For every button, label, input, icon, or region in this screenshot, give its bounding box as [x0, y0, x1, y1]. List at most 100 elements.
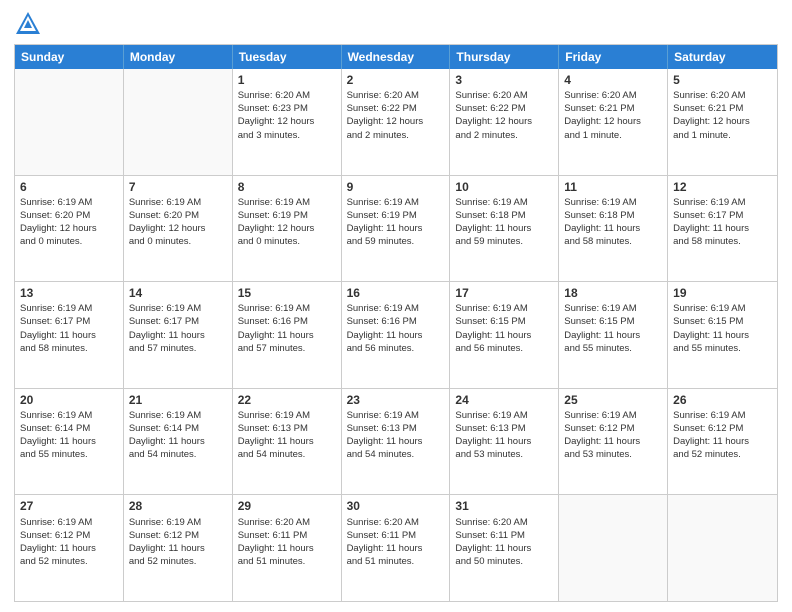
day-number: 23 [347, 392, 445, 408]
calendar-row-1: 6Sunrise: 6:19 AM Sunset: 6:20 PM Daylig… [15, 175, 777, 282]
day-info: Sunrise: 6:20 AM Sunset: 6:23 PM Dayligh… [238, 89, 336, 141]
day-info: Sunrise: 6:19 AM Sunset: 6:12 PM Dayligh… [20, 516, 118, 568]
day-cell-13: 13Sunrise: 6:19 AM Sunset: 6:17 PM Dayli… [15, 282, 124, 388]
day-number: 22 [238, 392, 336, 408]
day-number: 7 [129, 179, 227, 195]
logo-icon [14, 10, 42, 38]
day-info: Sunrise: 6:19 AM Sunset: 6:13 PM Dayligh… [347, 409, 445, 461]
day-info: Sunrise: 6:19 AM Sunset: 6:12 PM Dayligh… [673, 409, 772, 461]
day-cell-27: 27 Sunrise: 6:19 AM Sunset: 6:12 PM Dayli… [15, 495, 124, 601]
day-cell-19: 19Sunrise: 6:19 AM Sunset: 6:15 PM Dayli… [668, 282, 777, 388]
day-cell-24: 24Sunrise: 6:19 AM Sunset: 6:13 PM Dayli… [450, 389, 559, 495]
day-info: Sunrise: 6:19 AM Sunset: 6:13 PM Dayligh… [455, 409, 553, 461]
header-day-monday: Monday [124, 45, 233, 69]
day-number: 20 [20, 392, 118, 408]
day-number: 14 [129, 285, 227, 301]
day-number: 18 [564, 285, 662, 301]
day-info: Sunrise: 6:19 AM Sunset: 6:20 PM Dayligh… [20, 196, 118, 248]
day-info: Sunrise: 6:19 AM Sunset: 6:12 PM Dayligh… [129, 516, 227, 568]
day-cell-empty [15, 69, 124, 175]
day-cell-15: 15Sunrise: 6:19 AM Sunset: 6:16 PM Dayli… [233, 282, 342, 388]
header-day-wednesday: Wednesday [342, 45, 451, 69]
day-info: Sunrise: 6:19 AM Sunset: 6:18 PM Dayligh… [564, 196, 662, 248]
page-container: SundayMondayTuesdayWednesdayThursdayFrid… [0, 0, 792, 612]
day-number: 27 [20, 498, 118, 514]
day-cell-empty [668, 495, 777, 601]
day-cell-9: 9Sunrise: 6:19 AM Sunset: 6:19 PM Daylig… [342, 176, 451, 282]
day-cell-16: 16Sunrise: 6:19 AM Sunset: 6:16 PM Dayli… [342, 282, 451, 388]
day-cell-21: 21Sunrise: 6:19 AM Sunset: 6:14 PM Dayli… [124, 389, 233, 495]
day-cell-12: 12Sunrise: 6:19 AM Sunset: 6:17 PM Dayli… [668, 176, 777, 282]
day-cell-14: 14Sunrise: 6:19 AM Sunset: 6:17 PM Dayli… [124, 282, 233, 388]
header-day-friday: Friday [559, 45, 668, 69]
day-cell-empty [124, 69, 233, 175]
day-number: 15 [238, 285, 336, 301]
day-number: 6 [20, 179, 118, 195]
day-number: 2 [347, 72, 445, 88]
calendar-row-4: 27 Sunrise: 6:19 AM Sunset: 6:12 PM Dayli… [15, 494, 777, 601]
day-info: Sunrise: 6:19 AM Sunset: 6:17 PM Dayligh… [673, 196, 772, 248]
day-number: 12 [673, 179, 772, 195]
day-number: 5 [673, 72, 772, 88]
calendar-row-3: 20Sunrise: 6:19 AM Sunset: 6:14 PM Dayli… [15, 388, 777, 495]
day-cell-30: 30 Sunrise: 6:20 AM Sunset: 6:11 PM Dayli… [342, 495, 451, 601]
day-number: 21 [129, 392, 227, 408]
day-number: 1 [238, 72, 336, 88]
logo [14, 10, 46, 38]
day-cell-1: 1Sunrise: 6:20 AM Sunset: 6:23 PM Daylig… [233, 69, 342, 175]
day-number: 8 [238, 179, 336, 195]
day-info: Sunrise: 6:19 AM Sunset: 6:14 PM Dayligh… [20, 409, 118, 461]
day-number: 29 [238, 498, 336, 514]
day-cell-5: 5Sunrise: 6:20 AM Sunset: 6:21 PM Daylig… [668, 69, 777, 175]
header-day-thursday: Thursday [450, 45, 559, 69]
day-info: Sunrise: 6:19 AM Sunset: 6:12 PM Dayligh… [564, 409, 662, 461]
day-info: Sunrise: 6:20 AM Sunset: 6:11 PM Dayligh… [347, 516, 445, 568]
day-cell-8: 8Sunrise: 6:19 AM Sunset: 6:19 PM Daylig… [233, 176, 342, 282]
day-cell-18: 18Sunrise: 6:19 AM Sunset: 6:15 PM Dayli… [559, 282, 668, 388]
day-info: Sunrise: 6:19 AM Sunset: 6:15 PM Dayligh… [455, 302, 553, 354]
day-cell-2: 2Sunrise: 6:20 AM Sunset: 6:22 PM Daylig… [342, 69, 451, 175]
day-number: 13 [20, 285, 118, 301]
day-cell-empty [559, 495, 668, 601]
day-cell-25: 25Sunrise: 6:19 AM Sunset: 6:12 PM Dayli… [559, 389, 668, 495]
day-info: Sunrise: 6:19 AM Sunset: 6:16 PM Dayligh… [238, 302, 336, 354]
day-info: Sunrise: 6:20 AM Sunset: 6:22 PM Dayligh… [347, 89, 445, 141]
day-cell-28: 28 Sunrise: 6:19 AM Sunset: 6:12 PM Dayli… [124, 495, 233, 601]
day-info: Sunrise: 6:19 AM Sunset: 6:19 PM Dayligh… [347, 196, 445, 248]
day-info: Sunrise: 6:20 AM Sunset: 6:22 PM Dayligh… [455, 89, 553, 141]
day-cell-17: 17Sunrise: 6:19 AM Sunset: 6:15 PM Dayli… [450, 282, 559, 388]
day-info: Sunrise: 6:20 AM Sunset: 6:21 PM Dayligh… [564, 89, 662, 141]
day-info: Sunrise: 6:19 AM Sunset: 6:17 PM Dayligh… [129, 302, 227, 354]
day-cell-23: 23Sunrise: 6:19 AM Sunset: 6:13 PM Dayli… [342, 389, 451, 495]
day-number: 17 [455, 285, 553, 301]
day-number: 24 [455, 392, 553, 408]
header-day-saturday: Saturday [668, 45, 777, 69]
day-number: 28 [129, 498, 227, 514]
day-number: 11 [564, 179, 662, 195]
day-number: 16 [347, 285, 445, 301]
day-cell-7: 7Sunrise: 6:19 AM Sunset: 6:20 PM Daylig… [124, 176, 233, 282]
day-cell-3: 3Sunrise: 6:20 AM Sunset: 6:22 PM Daylig… [450, 69, 559, 175]
day-info: Sunrise: 6:19 AM Sunset: 6:17 PM Dayligh… [20, 302, 118, 354]
calendar-row-2: 13Sunrise: 6:19 AM Sunset: 6:17 PM Dayli… [15, 281, 777, 388]
day-cell-10: 10Sunrise: 6:19 AM Sunset: 6:18 PM Dayli… [450, 176, 559, 282]
day-info: Sunrise: 6:20 AM Sunset: 6:21 PM Dayligh… [673, 89, 772, 141]
day-number: 25 [564, 392, 662, 408]
calendar-row-0: 1Sunrise: 6:20 AM Sunset: 6:23 PM Daylig… [15, 69, 777, 175]
day-info: Sunrise: 6:19 AM Sunset: 6:18 PM Dayligh… [455, 196, 553, 248]
day-number: 30 [347, 498, 445, 514]
day-info: Sunrise: 6:19 AM Sunset: 6:16 PM Dayligh… [347, 302, 445, 354]
day-cell-29: 29Sunrise: 6:20 AM Sunset: 6:11 PM Dayli… [233, 495, 342, 601]
calendar: SundayMondayTuesdayWednesdayThursdayFrid… [14, 44, 778, 602]
day-number: 19 [673, 285, 772, 301]
day-number: 31 [455, 498, 553, 514]
header-day-sunday: Sunday [15, 45, 124, 69]
day-cell-26: 26Sunrise: 6:19 AM Sunset: 6:12 PM Dayli… [668, 389, 777, 495]
day-info: Sunrise: 6:20 AM Sunset: 6:11 PM Dayligh… [455, 516, 553, 568]
day-info: Sunrise: 6:19 AM Sunset: 6:19 PM Dayligh… [238, 196, 336, 248]
day-number: 3 [455, 72, 553, 88]
day-number: 26 [673, 392, 772, 408]
day-info: Sunrise: 6:19 AM Sunset: 6:14 PM Dayligh… [129, 409, 227, 461]
day-cell-31: 31 Sunrise: 6:20 AM Sunset: 6:11 PM Dayli… [450, 495, 559, 601]
day-cell-20: 20Sunrise: 6:19 AM Sunset: 6:14 PM Dayli… [15, 389, 124, 495]
